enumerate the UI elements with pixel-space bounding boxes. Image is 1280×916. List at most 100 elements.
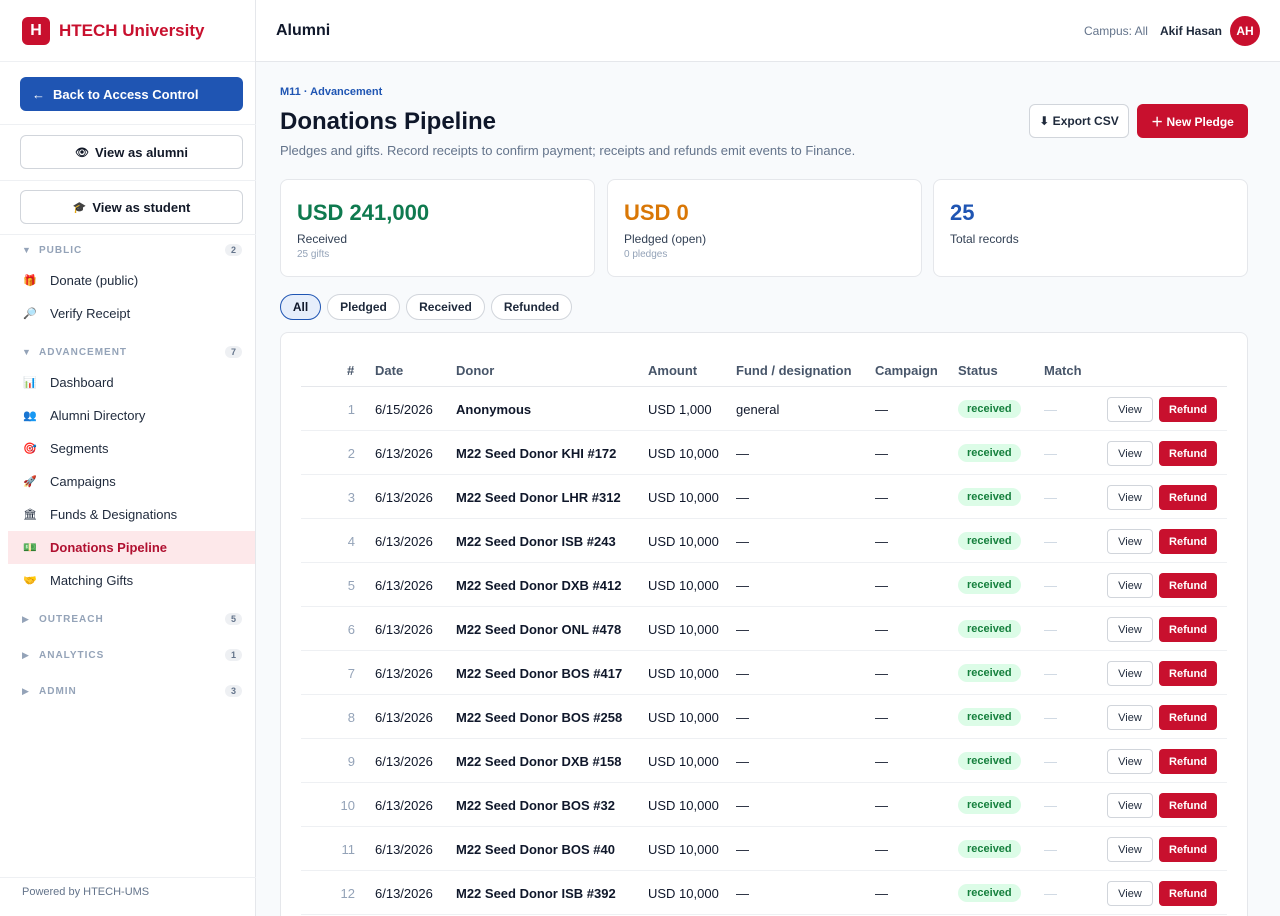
- status-badge: received: [958, 796, 1021, 814]
- cell-date: 6/13/2026: [375, 753, 433, 769]
- filter-chip-pledged[interactable]: Pledged: [327, 294, 400, 320]
- cell-campaign: —: [875, 445, 888, 461]
- section-count: 3: [224, 685, 242, 697]
- caret-right-icon: ▶: [22, 649, 30, 660]
- view-button[interactable]: View: [1107, 573, 1153, 598]
- export-csv-button[interactable]: ⬇ Export CSV: [1029, 104, 1129, 138]
- section-label: PUBLIC: [39, 244, 83, 256]
- sidebar-item-segments[interactable]: 🎯 Segments: [8, 432, 255, 465]
- cell-campaign: —: [875, 489, 888, 505]
- cell-number: 8: [347, 709, 355, 725]
- view-button[interactable]: View: [1107, 881, 1153, 906]
- filter-chip-received[interactable]: Received: [406, 294, 485, 320]
- refund-button[interactable]: Refund: [1159, 485, 1217, 510]
- filter-chip-refunded[interactable]: Refunded: [491, 294, 572, 320]
- section-analytics-toggle[interactable]: ▶ ANALYTICS 1: [22, 647, 242, 663]
- stat-label: Received: [297, 232, 348, 246]
- status-badge: received: [958, 664, 1021, 682]
- bar-chart-icon: 📊: [23, 377, 37, 389]
- cell-campaign: —: [875, 797, 888, 813]
- cell-amount: USD 10,000: [648, 797, 719, 813]
- brand[interactable]: H HTECH University: [0, 0, 255, 62]
- cell-donor: M22 Seed Donor BOS #32: [456, 797, 615, 813]
- cell-status: received: [958, 431, 1021, 475]
- view-as-alumni-button[interactable]: 👁 View as alumni: [20, 135, 243, 169]
- refund-button[interactable]: Refund: [1159, 397, 1217, 422]
- cell-donor: M22 Seed Donor DXB #158: [456, 753, 622, 769]
- view-button[interactable]: View: [1107, 397, 1153, 422]
- graduation-cap-icon: 🎓: [72, 201, 87, 214]
- back-to-access-control-button[interactable]: ← Back to Access Control: [20, 77, 243, 111]
- sidebar-item-verify-receipt[interactable]: 🔎 Verify Receipt: [8, 297, 255, 330]
- cell-campaign: —: [875, 885, 888, 901]
- rocket-icon: 🚀: [23, 476, 37, 488]
- cell-number: 4: [347, 533, 355, 549]
- refund-button[interactable]: Refund: [1159, 837, 1217, 862]
- view-as-student-button[interactable]: 🎓 View as student: [20, 190, 243, 224]
- sidebar-item-alumni-directory[interactable]: 👥 Alumni Directory: [8, 399, 255, 432]
- section-admin-toggle[interactable]: ▶ ADMIN 3: [22, 683, 242, 699]
- section-label: ADVANCEMENT: [39, 346, 128, 358]
- refund-button[interactable]: Refund: [1159, 661, 1217, 686]
- cell-match: —: [1044, 445, 1057, 461]
- sidebar-item-label: Verify Receipt: [50, 306, 131, 321]
- page-subtitle: Pledges and gifts. Record receipts to co…: [280, 143, 856, 158]
- view-button[interactable]: View: [1107, 617, 1153, 642]
- refund-button[interactable]: Refund: [1159, 749, 1217, 774]
- refund-button[interactable]: Refund: [1159, 441, 1217, 466]
- view-button[interactable]: View: [1107, 793, 1153, 818]
- cell-date: 6/13/2026: [375, 841, 433, 857]
- refund-button[interactable]: Refund: [1159, 881, 1217, 906]
- refund-button[interactable]: Refund: [1159, 617, 1217, 642]
- view-button[interactable]: View: [1107, 705, 1153, 730]
- cell-amount: USD 10,000: [648, 709, 719, 725]
- avatar[interactable]: AH: [1230, 15, 1260, 46]
- view-button[interactable]: View: [1107, 529, 1153, 554]
- column-header-status: Status: [958, 363, 998, 378]
- stat-value: 25: [950, 200, 975, 225]
- filter-chip-all[interactable]: All: [280, 294, 321, 320]
- cell-match: —: [1044, 577, 1057, 593]
- sidebar-item-donate-public[interactable]: 🎁 Donate (public): [8, 264, 255, 297]
- section-outreach-toggle[interactable]: ▶ OUTREACH 5: [22, 611, 242, 627]
- campus-selector[interactable]: Campus: All: [1084, 24, 1148, 38]
- top-bar: Alumni Campus: All Akif Hasan AH: [256, 0, 1280, 62]
- cell-fund: —: [736, 841, 749, 857]
- refund-button[interactable]: Refund: [1159, 705, 1217, 730]
- cell-amount: USD 10,000: [648, 621, 719, 637]
- cell-date: 6/13/2026: [375, 665, 433, 681]
- cell-date: 6/13/2026: [375, 621, 433, 637]
- breadcrumb: M11 · Advancement: [280, 86, 383, 98]
- sidebar-item-donations-pipeline[interactable]: 💵 Donations Pipeline: [8, 531, 255, 564]
- view-button[interactable]: View: [1107, 837, 1153, 862]
- sidebar-item-dashboard[interactable]: 📊 Dashboard: [8, 366, 255, 399]
- cell-date: 6/13/2026: [375, 445, 433, 461]
- view-button[interactable]: View: [1107, 485, 1153, 510]
- sidebar-item-campaigns[interactable]: 🚀 Campaigns: [8, 465, 255, 498]
- view-button[interactable]: View: [1107, 749, 1153, 774]
- sidebar-item-matching-gifts[interactable]: 🤝 Matching Gifts: [8, 564, 255, 597]
- sidebar-item-label: Dashboard: [50, 375, 114, 390]
- view-button[interactable]: View: [1107, 661, 1153, 686]
- refund-button[interactable]: Refund: [1159, 573, 1217, 598]
- divider: [0, 180, 256, 181]
- powered-by: Powered by HTECH-UMS: [22, 886, 150, 898]
- cell-match: —: [1044, 753, 1057, 769]
- brand-logo: H: [22, 16, 50, 45]
- column-header-number: #: [347, 363, 355, 378]
- cell-number: 1: [347, 401, 355, 417]
- section-public-toggle[interactable]: ▼ PUBLIC 2: [22, 242, 242, 258]
- table-row: 7 6/13/2026 M22 Seed Donor BOS #417 USD 10,…: [301, 651, 1227, 695]
- sidebar-item-funds-designations[interactable]: 🏛 Funds & Designations: [8, 498, 255, 531]
- table-row: 2 6/13/2026 M22 Seed Donor KHI #172 USD 10,…: [301, 431, 1227, 475]
- view-button[interactable]: View: [1107, 441, 1153, 466]
- cell-campaign: —: [875, 665, 888, 681]
- cell-number: 9: [347, 753, 355, 769]
- table-row: 10 6/13/2026 M22 Seed Donor BOS #32 USD 10,…: [301, 783, 1227, 827]
- cell-donor: M22 Seed Donor ISB #392: [456, 885, 616, 901]
- section-advancement-toggle[interactable]: ▼ ADVANCEMENT 7: [22, 344, 242, 360]
- refund-button[interactable]: Refund: [1159, 529, 1217, 554]
- refund-button[interactable]: Refund: [1159, 793, 1217, 818]
- new-pledge-button[interactable]: ＋ New Pledge: [1137, 104, 1248, 138]
- bank-icon: 🏛: [23, 509, 37, 521]
